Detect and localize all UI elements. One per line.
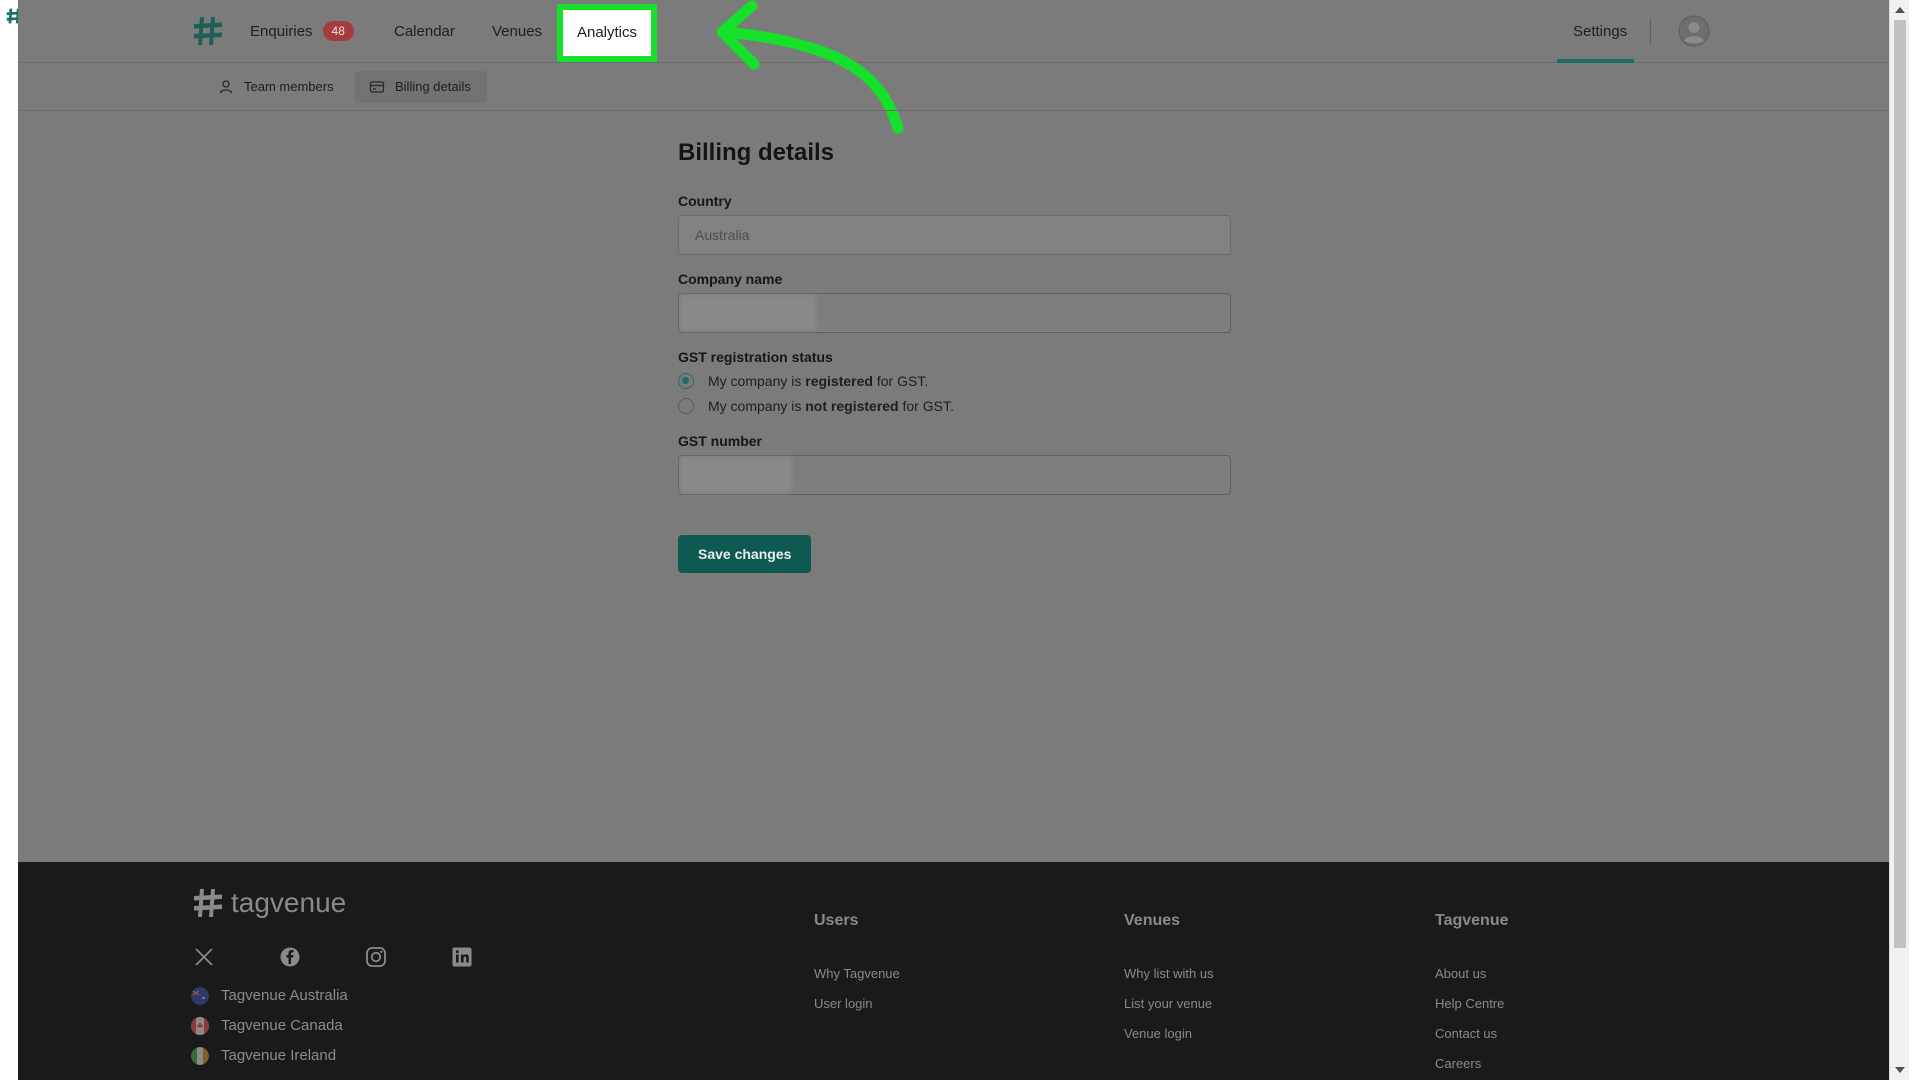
footer-country-canada[interactable]: Tagvenue Canada	[191, 1016, 343, 1036]
gst-not-registered-option[interactable]: My company is not registered for GST.	[678, 396, 954, 416]
subnav-team-members-label: Team members	[244, 79, 334, 94]
footer-users-title: Users	[814, 912, 859, 929]
footer-link-contact-us[interactable]: Contact us	[1435, 1026, 1497, 1041]
scroll-up-arrow-icon[interactable]	[1895, 7, 1905, 13]
tagvenue-logo-icon[interactable]	[191, 14, 225, 48]
subnav-team-members[interactable]: Team members	[204, 71, 350, 103]
nav-analytics-highlight[interactable]: Analytics	[557, 4, 657, 62]
settings-subnav: Team members Billing details	[18, 63, 1889, 111]
nav-divider	[1650, 18, 1651, 44]
subnav-billing-details[interactable]: Billing details	[355, 71, 487, 103]
vertical-scrollbar[interactable]	[1889, 0, 1909, 1080]
footer-brand-text: tagvenue	[231, 887, 347, 918]
footer-link-user-login[interactable]: User login	[814, 996, 873, 1011]
footer-link-help-centre[interactable]: Help Centre	[1435, 996, 1504, 1011]
top-navigation: Enquiries 48 Calendar Venues Analytics Se…	[18, 0, 1889, 63]
country-label: Country	[678, 193, 732, 209]
country-field	[678, 215, 1231, 255]
scrollbar-thumb[interactable]	[1894, 20, 1906, 948]
company-name-label: Company name	[678, 271, 783, 287]
enquiries-count-badge: 48	[322, 21, 354, 42]
footer-link-venue-login[interactable]: Venue login	[1124, 1026, 1192, 1041]
canada-flag-icon	[191, 1017, 209, 1035]
linkedin-icon[interactable]	[451, 946, 473, 968]
nav-enquiries[interactable]: Enquiries 48	[250, 0, 354, 63]
site-footer: tagvenue Tagvenue Australia Tagvenue Can…	[18, 862, 1889, 1080]
footer-brand[interactable]: tagvenue	[191, 886, 346, 920]
gst-registered-text-pre: My company is	[708, 373, 806, 389]
gst-registered-radio[interactable]	[678, 373, 694, 389]
gst-not-registered-text-post: for GST.	[898, 398, 954, 414]
gst-number-label: GST number	[678, 433, 763, 449]
save-changes-button[interactable]: Save changes	[678, 535, 812, 573]
nav-settings[interactable]: Settings	[1573, 0, 1627, 63]
footer-link-about-us[interactable]: About us	[1435, 966, 1486, 981]
nav-venues[interactable]: Venues	[492, 0, 542, 63]
user-avatar-icon[interactable]	[1678, 15, 1710, 47]
x-icon[interactable]	[193, 946, 215, 968]
gst-registered-text-post: for GST.	[872, 373, 929, 389]
redacted-gst-number	[680, 457, 792, 493]
page-title: Billing details	[678, 139, 835, 166]
footer-link-why-list[interactable]: Why list with us	[1124, 966, 1214, 981]
instagram-icon[interactable]	[365, 946, 387, 968]
browser-left-edge	[0, 0, 26, 1080]
footer-country-australia[interactable]: Tagvenue Australia	[191, 986, 348, 1006]
subnav-billing-details-label: Billing details	[395, 79, 471, 94]
nav-analytics[interactable]: Analytics	[563, 10, 651, 56]
footer-country-canada-label: Tagvenue Canada	[221, 1017, 343, 1034]
tagvenue-footer-logo-icon	[194, 889, 222, 917]
footer-country-australia-label: Tagvenue Australia	[221, 987, 348, 1004]
footer-venues-title: Venues	[1124, 912, 1181, 929]
country-input	[679, 216, 1230, 254]
gst-not-registered-radio[interactable]	[678, 398, 694, 414]
scroll-down-arrow-icon[interactable]	[1895, 1067, 1905, 1073]
gst-status-label: GST registration status	[678, 349, 833, 365]
gst-registered-text-bold: registered	[805, 373, 873, 389]
redacted-company-name	[680, 295, 816, 331]
company-name-field[interactable]	[678, 293, 1231, 333]
ireland-flag-icon	[191, 1047, 209, 1065]
footer-country-ireland[interactable]: Tagvenue Ireland	[191, 1046, 336, 1066]
gst-not-registered-text-bold: not registered	[805, 398, 899, 414]
footer-link-list-venue[interactable]: List your venue	[1124, 996, 1212, 1011]
australia-flag-icon	[191, 987, 209, 1005]
gst-registered-option[interactable]: My company is registered for GST.	[678, 371, 928, 391]
nav-calendar[interactable]: Calendar	[394, 0, 455, 63]
credit-card-icon	[369, 81, 385, 93]
footer-link-careers[interactable]: Careers	[1435, 1056, 1481, 1071]
footer-country-ireland-label: Tagvenue Ireland	[221, 1047, 337, 1064]
facebook-icon[interactable]	[279, 946, 301, 968]
gst-number-field[interactable]	[678, 455, 1231, 495]
app-container: Enquiries 48 Calendar Venues Analytics Se…	[18, 0, 1889, 1080]
nav-enquiries-label: Enquiries	[250, 23, 313, 40]
footer-tagvenue-title: Tagvenue	[1435, 912, 1509, 929]
person-icon	[219, 80, 233, 94]
browser-right-edge	[1909, 0, 1920, 1080]
gst-not-registered-text-pre: My company is	[708, 398, 806, 414]
footer-link-why-tagvenue[interactable]: Why Tagvenue	[814, 966, 900, 981]
